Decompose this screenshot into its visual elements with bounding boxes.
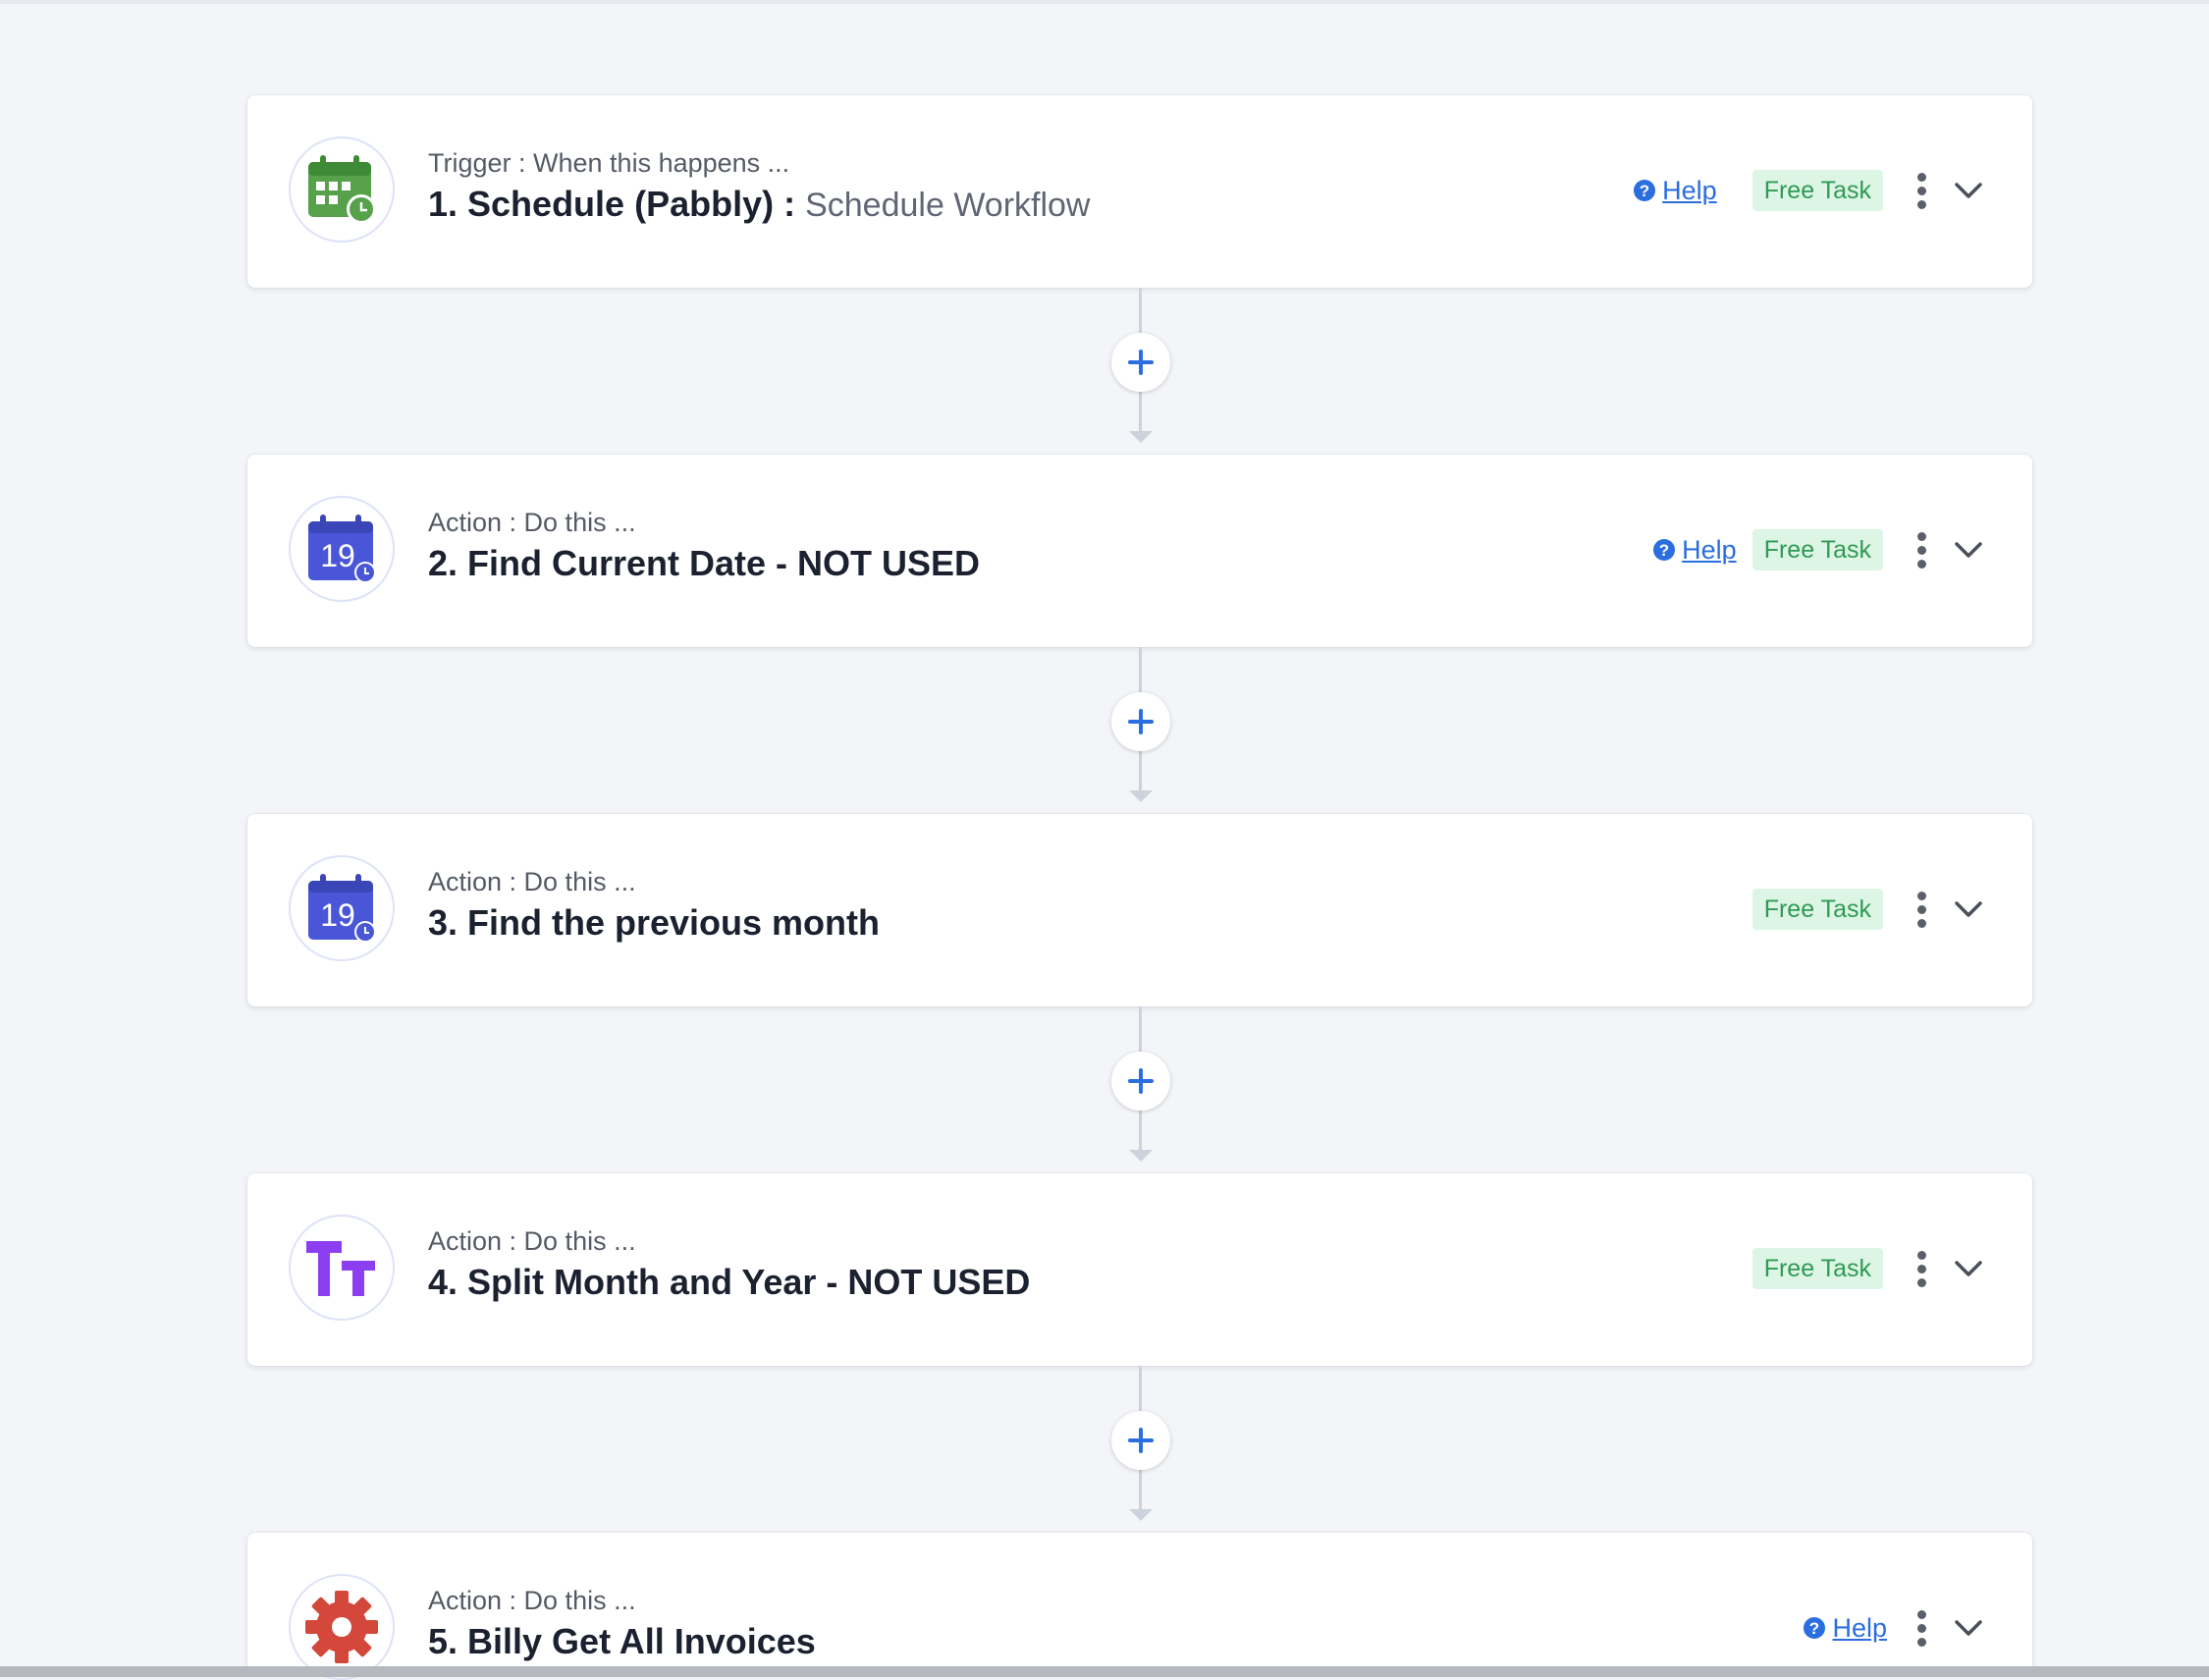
help-link[interactable]: ? Help [1633, 176, 1717, 206]
add-step-button[interactable] [1111, 1052, 1170, 1111]
step-app-name: 1. Schedule (Pabbly) : [428, 184, 806, 224]
help-link[interactable]: ? Help [1803, 1613, 1887, 1644]
step-card-5[interactable]: Action : Do this ... 5. Billy Get All In… [247, 1533, 2032, 1680]
free-task-badge: Free Task [1751, 889, 1883, 930]
step-subtitle: Action : Do this ... [428, 508, 636, 537]
connector-arrow [1129, 1150, 1153, 1162]
plus-icon [1128, 709, 1154, 734]
free-task-badge: Free Task [1751, 170, 1883, 211]
help-circle-icon: ? [1653, 539, 1676, 561]
help-label: Help [1682, 534, 1737, 565]
step-connector [247, 647, 2032, 814]
step-title: 1. Schedule (Pabbly) : Schedule Workflow [428, 182, 1091, 228]
step-subtitle: Action : Do this ... [428, 1586, 636, 1615]
date-calendar-19-icon: 19 [289, 496, 395, 602]
step-controls: ? Help Free Task [1652, 528, 1985, 571]
help-link[interactable]: ? Help [1652, 535, 1737, 566]
svg-text:?: ? [1640, 182, 1649, 200]
workflow-canvas: Trigger : When this happens ... 1. Sched… [247, 95, 2032, 1680]
step-connector [247, 1006, 2032, 1173]
calendar-day: 19 [320, 897, 355, 933]
help-circle-icon: ? [1634, 180, 1656, 201]
step-title: 3. Find the previous month [428, 902, 881, 943]
step-title: 5. Billy Get All Invoices [428, 1621, 816, 1661]
plus-icon [1128, 350, 1154, 375]
svg-text:?: ? [1659, 541, 1669, 560]
step-connector [247, 1366, 2032, 1533]
step-card-2[interactable]: 19 Action : Do this ... 2. Find Current … [247, 455, 2032, 647]
step-connector [247, 288, 2032, 455]
connector-arrow [1129, 1509, 1153, 1521]
chevron-down-icon[interactable] [1952, 533, 1985, 567]
step-subtitle: Action : Do this ... [428, 867, 636, 896]
schedule-calendar-icon [289, 136, 395, 243]
chevron-down-icon[interactable] [1952, 1252, 1985, 1285]
date-calendar-19-icon: 19 [289, 855, 395, 961]
taskbar-strip [0, 1666, 2209, 1677]
help-label: Help [1832, 1612, 1887, 1643]
more-options-icon[interactable] [1907, 528, 1936, 571]
step-subtitle: Trigger : When this happens ... [428, 148, 790, 178]
more-options-icon[interactable] [1907, 1606, 1936, 1650]
step-card-1[interactable]: Trigger : When this happens ... 1. Sched… [247, 95, 2032, 288]
step-controls: ? Help [1803, 1606, 1985, 1650]
add-step-button[interactable] [1111, 333, 1170, 392]
plus-icon [1128, 1068, 1154, 1094]
connector-arrow [1129, 431, 1153, 443]
chevron-down-icon[interactable] [1952, 174, 1985, 207]
step-subtitle: Action : Do this ... [428, 1226, 636, 1256]
add-step-button[interactable] [1111, 692, 1170, 751]
step-controls: ? Help Free Task [1633, 169, 1985, 212]
chevron-down-icon[interactable] [1952, 1611, 1985, 1645]
more-options-icon[interactable] [1907, 169, 1936, 212]
gear-icon [289, 1574, 395, 1680]
svg-text:?: ? [1809, 1619, 1819, 1638]
step-controls: Free Task [1751, 1247, 1985, 1290]
connector-arrow [1129, 790, 1153, 802]
add-step-button[interactable] [1111, 1411, 1170, 1470]
step-card-4[interactable]: Action : Do this ... 4. Split Month and … [247, 1173, 2032, 1366]
chevron-down-icon[interactable] [1952, 893, 1985, 926]
more-options-icon[interactable] [1907, 888, 1936, 931]
plus-icon [1128, 1428, 1154, 1453]
step-event-name: Schedule Workflow [805, 187, 1091, 224]
more-options-icon[interactable] [1907, 1247, 1936, 1290]
text-formatter-icon [289, 1215, 395, 1321]
help-label: Help [1662, 175, 1717, 205]
calendar-day: 19 [320, 538, 355, 573]
step-title: 4. Split Month and Year - NOT USED [428, 1262, 1031, 1302]
free-task-badge: Free Task [1751, 529, 1883, 570]
step-title: 2. Find Current Date - NOT USED [428, 543, 981, 583]
top-border [0, 0, 2209, 4]
free-task-badge: Free Task [1751, 1248, 1883, 1289]
step-controls: Free Task [1751, 888, 1985, 931]
step-card-3[interactable]: 19 Action : Do this ... 3. Find the prev… [247, 814, 2032, 1006]
help-circle-icon: ? [1804, 1617, 1826, 1639]
